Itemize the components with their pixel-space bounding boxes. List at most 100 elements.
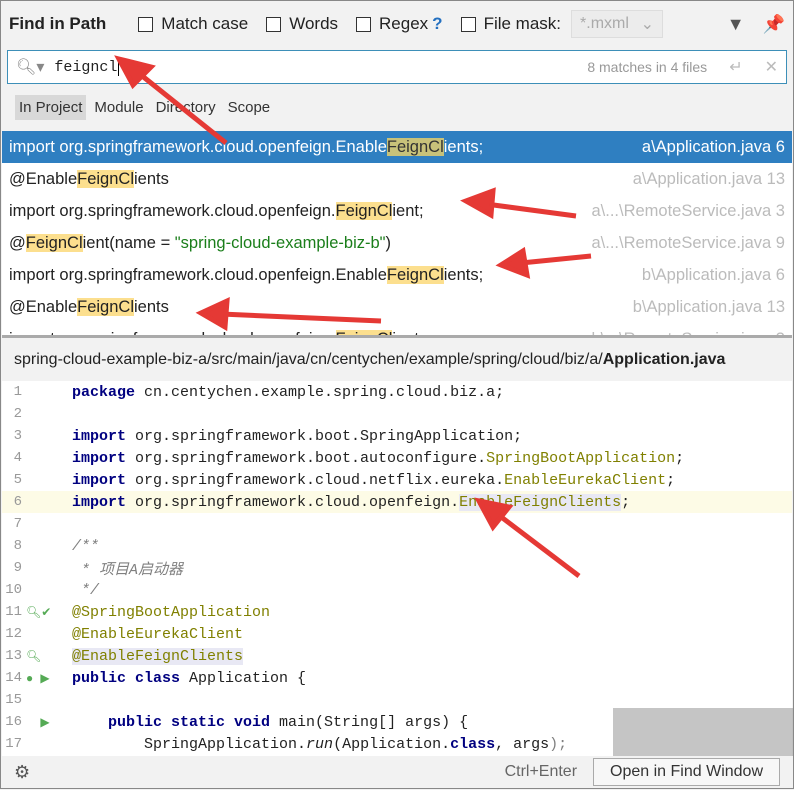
code-token: import xyxy=(72,493,127,511)
results-list: import org.springframework.cloud.openfei… xyxy=(2,131,792,335)
file-mask-label: File mask: xyxy=(483,14,562,33)
result-text: import org.springframework.cloud.openfei… xyxy=(9,201,424,220)
code-token: @EnableFeignClients xyxy=(72,647,244,665)
code-token: ; xyxy=(675,449,685,467)
line-number: 14 xyxy=(5,670,22,686)
gutter-icon: ● ▶ xyxy=(26,671,50,686)
code-line: 11 🔍︎✔ @SpringBootApplication xyxy=(2,601,792,623)
line-number: 13 xyxy=(5,648,22,664)
line-number: 15 xyxy=(5,692,22,708)
tab-module[interactable]: Module xyxy=(90,95,147,120)
code-token: public class xyxy=(72,669,181,687)
result-file: a\...\RemoteService.java 3 xyxy=(591,201,785,220)
result-row[interactable]: import org.springframework.cloud.openfei… xyxy=(2,195,792,227)
result-file: b\Application.java 6 xyxy=(641,265,785,284)
file-mask-checkbox[interactable]: File mask: xyxy=(460,14,562,34)
line-number: 11 xyxy=(5,604,22,620)
match-count: 8 matches in 4 files xyxy=(587,59,708,75)
search-icon[interactable]: 🔍︎▾ xyxy=(16,57,44,77)
code-token: @SpringBootApplication xyxy=(72,603,271,621)
result-row[interactable]: @EnableFeignClients b\Application.java 13 xyxy=(2,291,792,323)
checkbox-box[interactable] xyxy=(460,16,476,32)
gutter-icon: 🔍︎✔ xyxy=(26,605,52,620)
code-token: * 项目A启动器 xyxy=(72,561,184,579)
match-case-label: Match case xyxy=(161,14,249,33)
checkbox-box[interactable] xyxy=(138,16,154,32)
chevron-down-icon: ⌄ xyxy=(640,16,655,33)
result-text: @EnableFeignClients xyxy=(9,169,169,188)
code-line: 1 package cn.centychen.example.spring.clo… xyxy=(2,381,792,403)
shortcut-hint: Ctrl+Enter xyxy=(504,763,578,780)
footer: ⚙ Ctrl+Enter Open in Find Window xyxy=(2,756,792,788)
code-preview[interactable]: 1 package cn.centychen.example.spring.clo… xyxy=(2,381,792,758)
line-number: 5 xyxy=(13,472,22,488)
match-case-checkbox[interactable]: Match case xyxy=(138,14,248,34)
code-line: 9 * 项目A启动器 xyxy=(2,557,792,579)
file-mask-value: *.mxml xyxy=(580,15,629,32)
code-token: run xyxy=(306,735,334,753)
line-number: 8 xyxy=(13,538,22,554)
code-line: 8 /** xyxy=(2,535,792,557)
code-token: EnableFeignClients xyxy=(459,493,622,511)
file-mask-select[interactable]: *.mxml ⌄ xyxy=(571,10,664,38)
result-text: import org.springframework.cloud.openfei… xyxy=(9,265,484,284)
close-icon[interactable]: ✕ xyxy=(765,57,778,77)
code-token: package xyxy=(72,383,136,401)
code-token: org.springframework.cloud.openfeign. xyxy=(126,493,460,511)
code-line: 2 xyxy=(2,403,792,425)
regex-help-link[interactable]: ? xyxy=(432,14,442,34)
file-name: Application.java xyxy=(602,350,726,368)
result-row[interactable]: @EnableFeignClients a\Application.java 13 xyxy=(2,163,792,195)
code-line: 4 import org.springframework.boot.autocon… xyxy=(2,447,792,469)
scope-tabs: In Project Module Directory Scope xyxy=(1,84,793,130)
code-token: , args xyxy=(495,735,550,753)
result-row[interactable]: @FeignClient(name = "spring-cloud-exampl… xyxy=(2,227,792,259)
result-row[interactable]: import org.springframework.cloud.openfei… xyxy=(2,323,792,335)
result-text: import org.springframework.cloud.openfei… xyxy=(9,137,484,156)
tab-directory[interactable]: Directory xyxy=(152,95,220,120)
line-number: 7 xyxy=(13,516,22,532)
code-token: ; xyxy=(621,493,631,511)
checkbox-box[interactable] xyxy=(356,16,372,32)
line-number: 2 xyxy=(13,406,22,422)
pin-icon[interactable]: 📌 xyxy=(763,14,785,35)
result-file: a\Application.java 13 xyxy=(632,169,785,188)
regex-checkbox[interactable]: Regex? xyxy=(356,14,443,34)
gutter-icon: ▶ xyxy=(26,715,50,730)
words-label: Words xyxy=(289,14,339,33)
code-line: 13 🔍︎ @EnableFeignClients xyxy=(2,645,792,667)
code-token: import xyxy=(72,449,127,467)
search-input[interactable]: 🔍︎▾ feigncl 8 matches in 4 files ↵ ✕ xyxy=(7,50,787,84)
filter-icon[interactable]: ▼ xyxy=(727,14,745,35)
checkbox-box[interactable] xyxy=(266,16,282,32)
line-number: 12 xyxy=(5,626,22,642)
words-checkbox[interactable]: Words xyxy=(266,14,338,34)
result-file: b\Application.java 13 xyxy=(632,297,785,316)
tab-in-project[interactable]: In Project xyxy=(15,94,87,120)
line-number: 9 xyxy=(13,560,22,576)
enter-icon[interactable]: ↵ xyxy=(729,57,742,77)
path-text: spring-cloud-example-biz-a/src/main/java… xyxy=(14,350,603,368)
code-token: public static void xyxy=(72,713,271,731)
code-line: 7 xyxy=(2,513,792,535)
code-token: ); xyxy=(549,735,568,753)
code-token: import xyxy=(72,471,127,489)
settings-gear-icon[interactable]: ⚙ xyxy=(14,762,30,783)
regex-label: Regex xyxy=(379,14,429,33)
code-line: 10 */ xyxy=(2,579,792,601)
line-number: 4 xyxy=(13,450,22,466)
code-token: @EnableEurekaClient xyxy=(72,625,244,643)
code-token: Application { xyxy=(180,669,307,687)
open-in-find-window-button[interactable]: Open in Find Window xyxy=(593,758,780,786)
code-token: org.springframework.cloud.netflix.eureka… xyxy=(126,471,505,489)
search-value[interactable]: feigncl xyxy=(54,58,120,76)
result-row[interactable]: import org.springframework.cloud.openfei… xyxy=(2,259,792,291)
tab-scope[interactable]: Scope xyxy=(224,95,275,120)
dialog-title: Find in Path xyxy=(9,14,107,33)
line-number: 10 xyxy=(5,582,22,598)
line-number: 6 xyxy=(13,494,22,510)
code-token: class xyxy=(450,735,496,753)
result-row[interactable]: import org.springframework.cloud.openfei… xyxy=(2,131,792,163)
code-token: SpringApplication. xyxy=(72,735,307,753)
preview-path: spring-cloud-example-biz-a/src/main/java… xyxy=(2,335,792,381)
